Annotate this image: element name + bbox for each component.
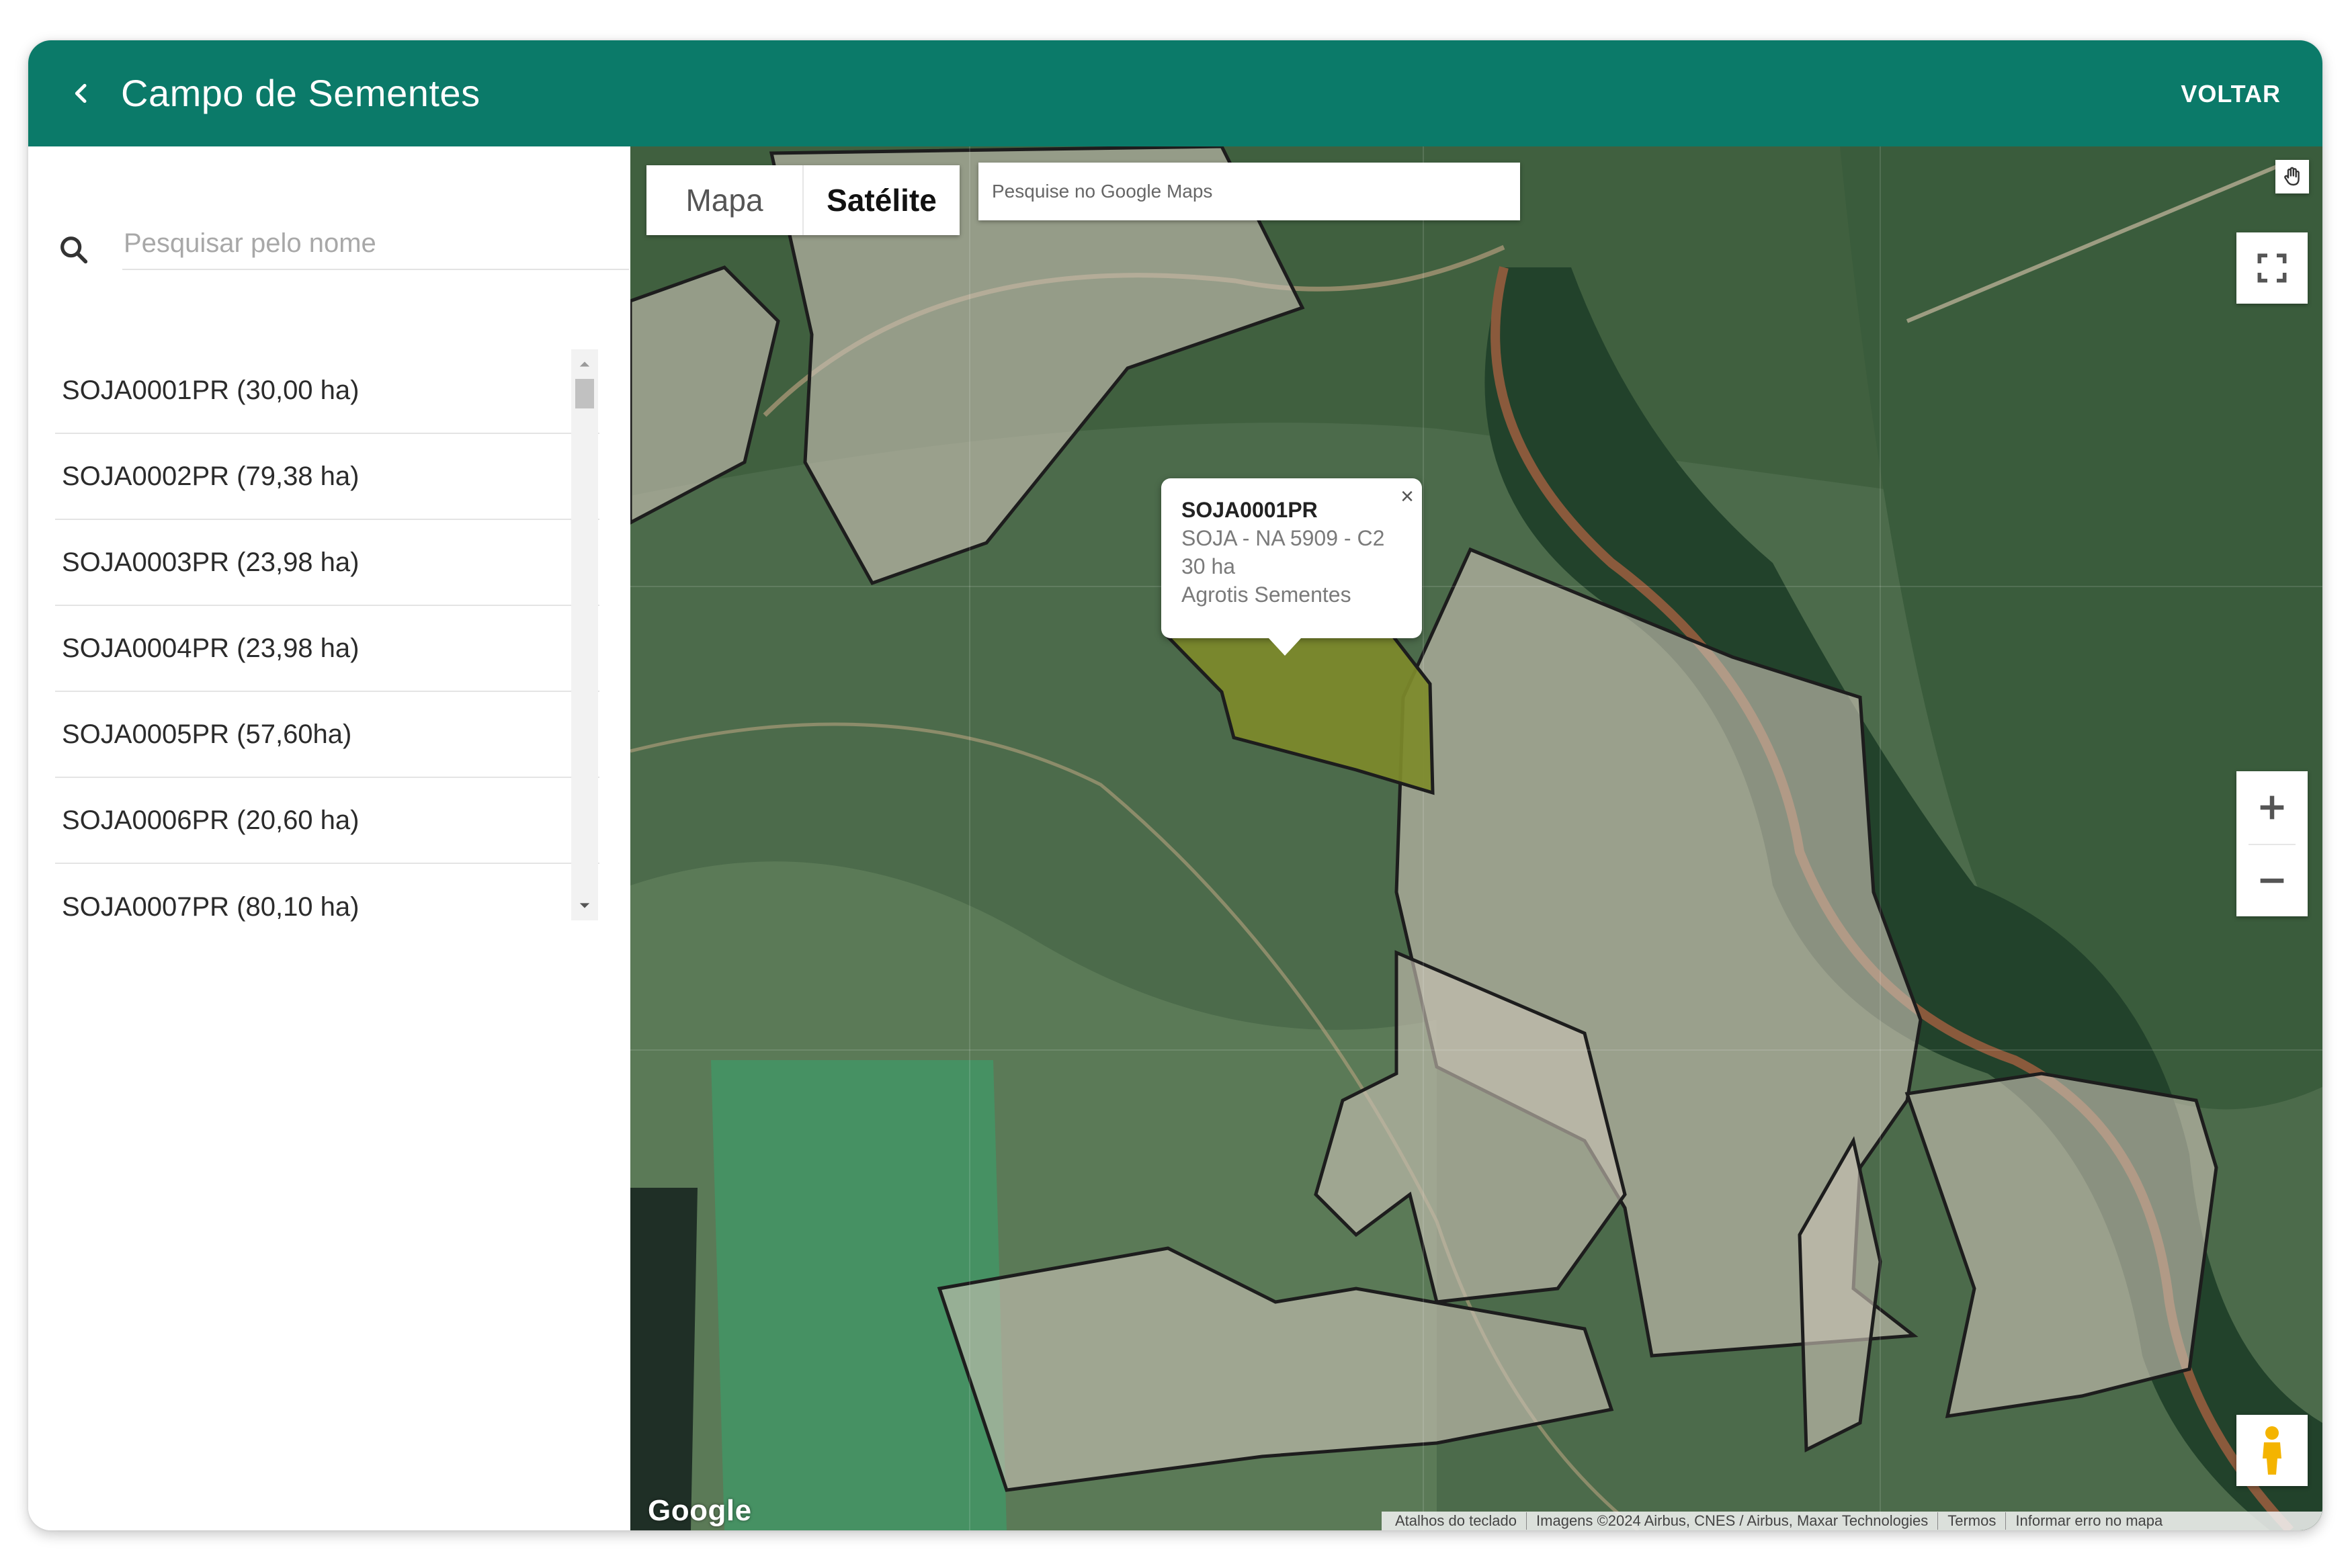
fullscreen-button[interactable] [2236, 232, 2308, 304]
list-item-label: SOJA0001PR (30,00 ha) [62, 375, 360, 405]
fullscreen-icon [2257, 253, 2287, 283]
sidebar: SOJA0001PR (30,00 ha) SOJA0002PR (79,38 … [28, 146, 630, 1530]
list-item-label: SOJA0006PR (20,60 ha) [62, 805, 360, 835]
list-item[interactable]: SOJA0006PR (20,60 ha) [55, 778, 599, 864]
map-type-satelite[interactable]: Satélite [804, 165, 960, 235]
map-attribution: Atalhos do teclado Imagens ©2024 Airbus,… [1382, 1512, 2322, 1530]
hand-icon [2284, 167, 2300, 186]
search-input[interactable] [122, 218, 629, 270]
google-logo[interactable]: Google [648, 1494, 752, 1528]
map-type-mapa[interactable]: Mapa [646, 165, 802, 235]
imagery-credit: Imagens ©2024 Airbus, CNES / Airbus, Max… [1527, 1512, 1939, 1530]
google-maps-search-input[interactable] [978, 163, 1520, 220]
field-info-window: × SOJA0001PR SOJA - NA 5909 - C2 30 ha A… [1161, 478, 1422, 656]
list-scrollbar[interactable] [571, 349, 598, 920]
info-company: Agrotis Sementes [1181, 582, 1351, 607]
satellite-map[interactable]: Mapa Satélite Pesquise no Google Maps × … [630, 146, 2322, 1530]
chevron-left-icon [75, 83, 87, 103]
pegman-icon [2263, 1426, 2281, 1475]
search-icon [60, 236, 88, 264]
map-imagery [630, 146, 2322, 1530]
pan-button[interactable] [2275, 160, 2309, 193]
keyboard-shortcuts-link[interactable]: Atalhos do teclado [1386, 1512, 1527, 1530]
zoom-control [2236, 771, 2308, 916]
page-title: Campo de Sementes [121, 72, 480, 114]
app-header: Campo de Sementes VOLTAR [28, 40, 2322, 146]
list-item[interactable]: SOJA0003PR (23,98 ha) [55, 520, 599, 606]
scroll-thumb[interactable] [575, 379, 594, 408]
info-area: 30 ha [1181, 554, 1236, 578]
voltar-button[interactable]: VOLTAR [2181, 74, 2281, 114]
back-button[interactable] [55, 67, 108, 120]
zoom-out-icon [2260, 878, 2284, 883]
zoom-in-button[interactable] [2236, 771, 2308, 844]
list-item-label: SOJA0002PR (79,38 ha) [62, 461, 360, 491]
list-item-label: SOJA0007PR (80,10 ha) [62, 891, 360, 922]
street-view-button[interactable] [2236, 1415, 2308, 1486]
list-item[interactable]: SOJA0005PR (57,60ha) [55, 692, 599, 778]
list-item[interactable]: SOJA0001PR (30,00 ha) [55, 348, 599, 434]
list-item[interactable]: SOJA0004PR (23,98 ha) [55, 606, 599, 692]
list-item-label: SOJA0004PR (23,98 ha) [62, 633, 360, 663]
list-item-label: SOJA0003PR (23,98 ha) [62, 547, 360, 577]
field-list: SOJA0001PR (30,00 ha) SOJA0002PR (79,38 … [55, 348, 599, 950]
scroll-down-icon[interactable] [571, 894, 598, 918]
list-item[interactable]: SOJA0007PR (80,10 ha) [55, 864, 599, 950]
list-item-label: SOJA0005PR (57,60ha) [62, 719, 352, 749]
info-variety: SOJA - NA 5909 - C2 [1181, 526, 1385, 550]
terms-link[interactable]: Termos [1938, 1512, 2007, 1530]
scroll-up-icon[interactable] [571, 352, 598, 376]
zoom-out-button[interactable] [2236, 845, 2308, 916]
map-type-control: Mapa Satélite [646, 165, 960, 235]
report-error-link[interactable]: Informar erro no mapa [2006, 1512, 2172, 1530]
info-title: SOJA0001PR [1181, 498, 1318, 522]
zoom-in-icon [2260, 795, 2284, 820]
close-icon[interactable]: × [1400, 484, 1414, 510]
list-item[interactable]: SOJA0002PR (79,38 ha) [55, 434, 599, 520]
app-window: Campo de Sementes VOLTAR SOJA0001PR (30,… [28, 40, 2322, 1530]
